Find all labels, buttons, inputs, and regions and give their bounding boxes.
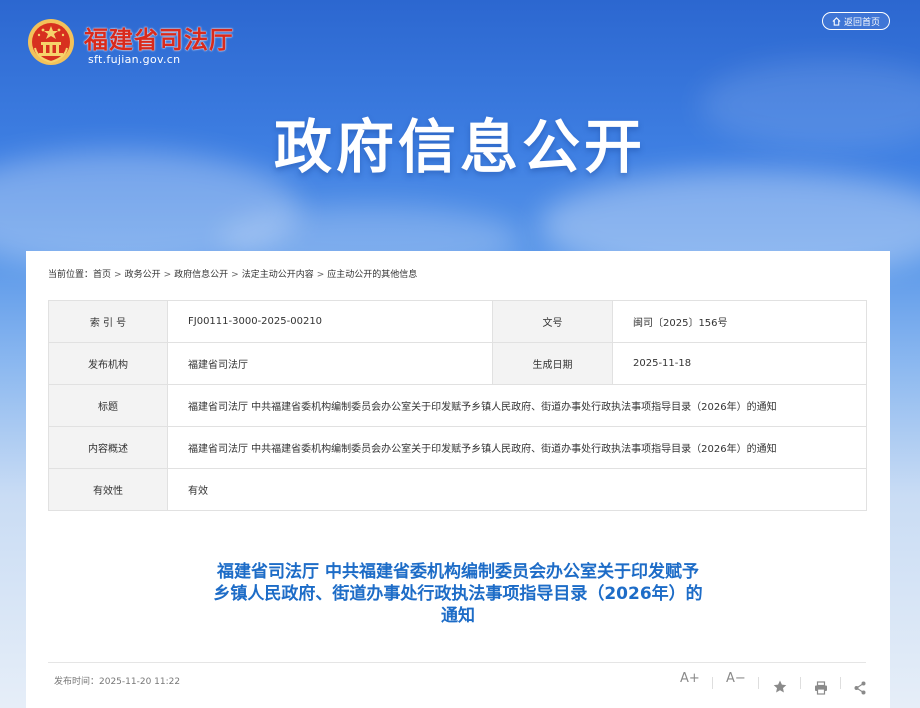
publish-time: 发布时间：2025-11-20 11:22 xyxy=(54,677,181,687)
printer-icon[interactable] xyxy=(814,677,828,699)
date-value: 2025-11-18 xyxy=(612,342,867,385)
toolbar-divider xyxy=(712,677,713,689)
table-row: 发布机构 福建省司法厅 生成日期 2025-11-18 xyxy=(48,342,867,385)
title-label: 标题 xyxy=(48,384,168,427)
article-title-line: 乡镇人民政府、街道办事处行政执法事项指导目录（2026年）的 xyxy=(213,584,703,604)
toolbar-divider xyxy=(840,677,841,689)
site-name[interactable]: 福建省司法厅 xyxy=(84,20,234,55)
toolbar-divider xyxy=(758,677,759,689)
back-home-label: 返回首页 xyxy=(843,17,880,28)
font-increase-button[interactable]: A+ xyxy=(680,671,700,693)
index-value: FJ00111-3000-2025-00210 xyxy=(167,300,493,343)
star-icon[interactable] xyxy=(772,676,788,698)
breadcrumb-item-other-info[interactable]: 应主动公开的其他信息 xyxy=(327,270,417,280)
breadcrumb-item-home[interactable]: 首页 xyxy=(93,270,111,280)
divider xyxy=(48,662,866,663)
breadcrumb-separator: > xyxy=(231,270,239,280)
table-row: 有效性 有效 xyxy=(48,468,867,511)
title-value: 福建省司法厅 中共福建省委机构编制委员会办公室关于印发赋予乡镇人民政府、街道办事… xyxy=(167,384,867,427)
summary-value: 福建省司法厅 中共福建省委机构编制委员会办公室关于印发赋予乡镇人民政府、街道办事… xyxy=(167,426,867,469)
docno-label: 文号 xyxy=(492,300,613,343)
article-title: 福建省司法厅 中共福建省委机构编制委员会办公室关于印发赋予 乡镇人民政府、街道办… xyxy=(26,561,890,627)
breadcrumb-item-gov-affairs[interactable]: 政务公开 xyxy=(125,270,161,280)
content-panel: 当前位置：首页 > 政务公开 > 政府信息公开 > 法定主动公开内容 > 应主动公开的其他信息 … xyxy=(26,251,890,708)
banner-title: 政府信息公开 xyxy=(273,113,646,181)
document-meta-table: 索 引 号 FJ00111-3000-2025-00210 文号 闽司〔2025… xyxy=(48,300,867,511)
home-icon xyxy=(832,16,841,26)
breadcrumb-separator: > xyxy=(316,270,325,280)
breadcrumb-separator: > xyxy=(114,270,122,280)
publisher-value: 福建省司法厅 xyxy=(167,342,493,385)
breadcrumb-separator: > xyxy=(163,270,172,280)
back-home-button[interactable]: 返回首页 xyxy=(822,12,890,30)
article-title-line: 通知 xyxy=(441,606,475,626)
breadcrumb: 当前位置：首页 > 政务公开 > 政府信息公开 > 法定主动公开内容 > 应主动公开的其他信息 xyxy=(48,267,417,280)
publisher-label: 发布机构 xyxy=(48,342,168,385)
breadcrumb-item-statutory-content[interactable]: 法定主动公开内容 xyxy=(242,270,314,280)
docno-value: 闽司〔2025〕156号 xyxy=(612,300,867,343)
site-domain: sft.fujian.gov.cn xyxy=(88,53,181,66)
index-label: 索 引 号 xyxy=(48,300,168,343)
table-row: 内容概述 福建省司法厅 中共福建省委机构编制委员会办公室关于印发赋予乡镇人民政府… xyxy=(48,426,867,469)
font-decrease-button[interactable]: A− xyxy=(726,671,746,693)
article-title-line: 福建省司法厅 中共福建省委机构编制委员会办公室关于印发赋予 xyxy=(217,562,699,582)
breadcrumb-item-info-disclosure[interactable]: 政府信息公开 xyxy=(174,270,228,280)
toolbar-divider xyxy=(800,677,801,689)
summary-label: 内容概述 xyxy=(48,426,168,469)
table-row: 索 引 号 FJ00111-3000-2025-00210 文号 闽司〔2025… xyxy=(48,300,867,343)
validity-value: 有效 xyxy=(167,468,867,511)
validity-label: 有效性 xyxy=(48,468,168,511)
share-icon[interactable] xyxy=(854,677,866,699)
date-label: 生成日期 xyxy=(492,342,613,385)
breadcrumb-prefix: 当前位置： xyxy=(48,270,94,280)
table-row: 标题 福建省司法厅 中共福建省委机构编制委员会办公室关于印发赋予乡镇人民政府、街… xyxy=(48,384,867,427)
national-emblem-logo[interactable] xyxy=(27,18,75,66)
